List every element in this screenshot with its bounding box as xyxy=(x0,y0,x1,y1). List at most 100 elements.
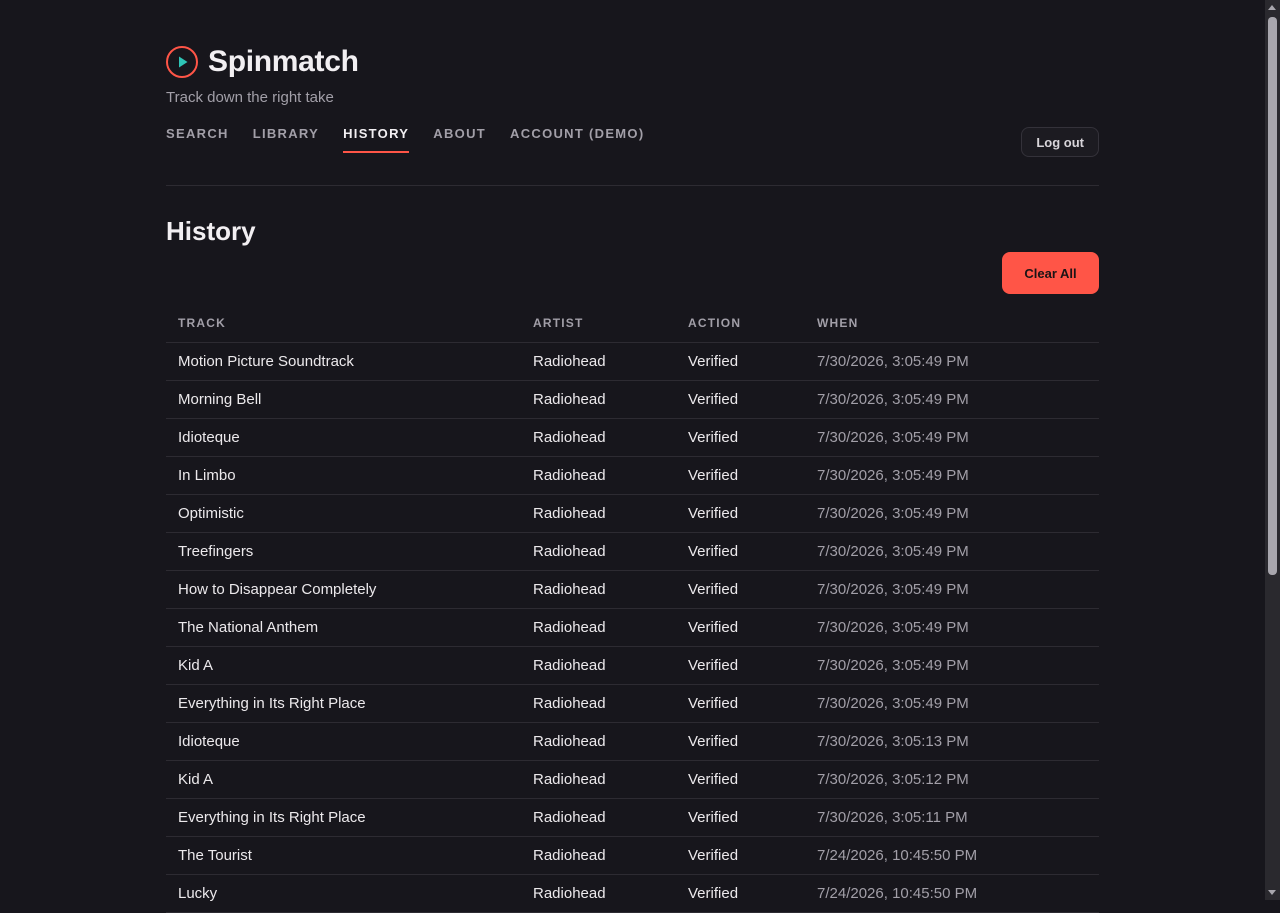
when-cell: 7/30/2026, 3:05:49 PM xyxy=(805,646,1099,685)
table-row: In Limbo Radiohead Verified 7/30/2026, 3:05… xyxy=(166,456,1099,495)
when-cell: 7/30/2026, 3:05:49 PM xyxy=(805,570,1099,609)
when-cell: 7/30/2026, 3:05:49 PM xyxy=(805,380,1099,419)
table-row: The National Anthem Radiohead Verified 7/30… xyxy=(166,608,1099,647)
artist-cell: Radiohead xyxy=(521,798,676,837)
table-row: Everything in Its Right Place Radiohead Ve… xyxy=(166,684,1099,723)
table-row: Lucky Radiohead Verified 7/24/2026, 10:45:5… xyxy=(166,874,1099,913)
table-row: Kid A Radiohead Verified 7/30/2026, 3:05:49… xyxy=(166,646,1099,685)
table-row: The Tourist Radiohead Verified 7/24/2026, 1… xyxy=(166,836,1099,875)
track-cell: Lucky xyxy=(166,874,521,913)
main-nav: SEARCH LIBRARY HISTORY ABOUT ACCOUNT (DE… xyxy=(166,126,668,153)
table-row: How to Disappear Completely Radiohead Veri… xyxy=(166,570,1099,609)
artist-cell: Radiohead xyxy=(521,760,676,799)
artist-cell: Radiohead xyxy=(521,722,676,761)
when-cell: 7/30/2026, 3:05:13 PM xyxy=(805,722,1099,761)
when-cell: 7/24/2026, 10:45:50 PM xyxy=(805,874,1099,913)
page-scrollbar[interactable] xyxy=(1265,0,1280,900)
table-row: Kid A Radiohead Verified 7/30/2026, 3:05:12… xyxy=(166,760,1099,799)
clear-all-button[interactable]: Clear All xyxy=(1002,252,1099,294)
column-header-track: TRACK xyxy=(166,304,521,343)
action-cell: Verified xyxy=(676,722,805,761)
track-cell: Idioteque xyxy=(166,418,521,457)
when-cell: 7/30/2026, 3:05:49 PM xyxy=(805,608,1099,647)
action-cell: Verified xyxy=(676,798,805,837)
scroll-thumb[interactable] xyxy=(1268,17,1277,575)
action-cell: Verified xyxy=(676,760,805,799)
when-cell: 7/30/2026, 3:05:11 PM xyxy=(805,798,1099,837)
track-cell: Everything in Its Right Place xyxy=(166,798,521,837)
action-cell: Verified xyxy=(676,380,805,419)
nav-search[interactable]: SEARCH xyxy=(166,126,229,153)
track-cell: The National Anthem xyxy=(166,608,521,647)
artist-cell: Radiohead xyxy=(521,532,676,571)
when-cell: 7/30/2026, 3:05:49 PM xyxy=(805,494,1099,533)
scroll-down-arrow-icon[interactable] xyxy=(1268,890,1276,895)
logout-button[interactable]: Log out xyxy=(1021,127,1099,157)
table-row: Morning Bell Radiohead Verified 7/30/2026, … xyxy=(166,380,1099,419)
track-cell: Kid A xyxy=(166,646,521,685)
action-cell: Verified xyxy=(676,418,805,457)
tagline: Track down the right take xyxy=(166,89,334,106)
when-cell: 7/30/2026, 3:05:49 PM xyxy=(805,684,1099,723)
artist-cell: Radiohead xyxy=(521,342,676,381)
when-cell: 7/30/2026, 3:05:49 PM xyxy=(805,532,1099,571)
track-cell: In Limbo xyxy=(166,456,521,495)
nav-history[interactable]: HISTORY xyxy=(343,126,410,153)
artist-cell: Radiohead xyxy=(521,646,676,685)
track-cell: Morning Bell xyxy=(166,380,521,419)
brand[interactable]: Spinmatch xyxy=(166,45,359,79)
artist-cell: Radiohead xyxy=(521,570,676,609)
nav-account[interactable]: ACCOUNT (DEMO) xyxy=(510,126,644,153)
play-circle-icon xyxy=(166,46,198,78)
track-cell: The Tourist xyxy=(166,836,521,875)
artist-cell: Radiohead xyxy=(521,456,676,495)
artist-cell: Radiohead xyxy=(521,684,676,723)
table-row: Optimistic Radiohead Verified 7/30/2026, 3:… xyxy=(166,494,1099,533)
action-cell: Verified xyxy=(676,532,805,571)
track-cell: How to Disappear Completely xyxy=(166,570,521,609)
when-cell: 7/30/2026, 3:05:49 PM xyxy=(805,456,1099,495)
table-header-row: TRACK ARTIST ACTION WHEN xyxy=(166,304,1099,343)
artist-cell: Radiohead xyxy=(521,836,676,875)
table-row: Treefingers Radiohead Verified 7/30/2026, 3… xyxy=(166,532,1099,571)
when-cell: 7/24/2026, 10:45:50 PM xyxy=(805,836,1099,875)
table-row: Motion Picture Soundtrack Radiohead Verifi… xyxy=(166,342,1099,381)
page-title: History xyxy=(166,216,256,246)
action-cell: Verified xyxy=(676,342,805,381)
table-row: Everything in Its Right Place Radiohead Ve… xyxy=(166,798,1099,837)
track-cell: Kid A xyxy=(166,760,521,799)
track-cell: Treefingers xyxy=(166,532,521,571)
action-cell: Verified xyxy=(676,456,805,495)
header-divider xyxy=(166,185,1099,186)
action-cell: Verified xyxy=(676,570,805,609)
scroll-up-arrow-icon[interactable] xyxy=(1268,5,1276,10)
artist-cell: Radiohead xyxy=(521,494,676,533)
when-cell: 7/30/2026, 3:05:12 PM xyxy=(805,760,1099,799)
nav-about[interactable]: ABOUT xyxy=(433,126,486,153)
track-cell: Everything in Its Right Place xyxy=(166,684,521,723)
artist-cell: Radiohead xyxy=(521,418,676,457)
track-cell: Idioteque xyxy=(166,722,521,761)
action-cell: Verified xyxy=(676,684,805,723)
column-header-action: ACTION xyxy=(676,304,805,343)
track-cell: Motion Picture Soundtrack xyxy=(166,342,521,381)
table-row: Idioteque Radiohead Verified 7/30/2026, 3:0… xyxy=(166,418,1099,457)
history-table: TRACK ARTIST ACTION WHEN Motion Picture … xyxy=(166,304,1099,913)
artist-cell: Radiohead xyxy=(521,874,676,913)
brand-name: Spinmatch xyxy=(208,45,359,78)
column-header-when: WHEN xyxy=(805,304,1099,343)
action-cell: Verified xyxy=(676,836,805,875)
track-cell: Optimistic xyxy=(166,494,521,533)
history-rows: Motion Picture Soundtrack Radiohead Verifi… xyxy=(166,342,1099,913)
table-row: Idioteque Radiohead Verified 7/30/2026, 3:0… xyxy=(166,722,1099,761)
action-cell: Verified xyxy=(676,608,805,647)
nav-library[interactable]: LIBRARY xyxy=(253,126,319,153)
when-cell: 7/30/2026, 3:05:49 PM xyxy=(805,418,1099,457)
when-cell: 7/30/2026, 3:05:49 PM xyxy=(805,342,1099,381)
artist-cell: Radiohead xyxy=(521,380,676,419)
action-cell: Verified xyxy=(676,646,805,685)
artist-cell: Radiohead xyxy=(521,608,676,647)
column-header-artist: ARTIST xyxy=(521,304,676,343)
action-cell: Verified xyxy=(676,874,805,913)
action-cell: Verified xyxy=(676,494,805,533)
